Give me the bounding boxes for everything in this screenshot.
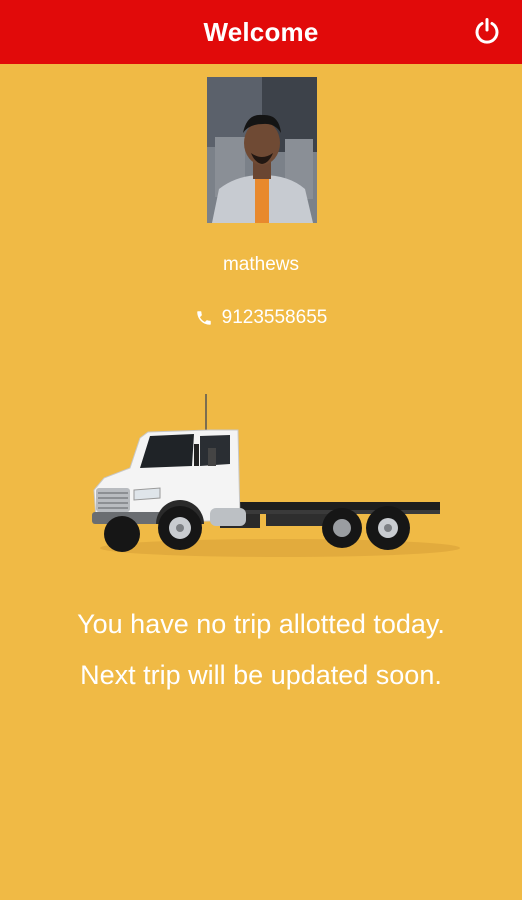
next-trip-message: Next trip will be updated soon. [80,660,442,690]
no-trip-message: You have no trip allotted today. [77,609,445,639]
phone-number: 9123558655 [221,307,328,328]
phone-row: 9123558655 [0,307,522,329]
truck-illustration [70,392,460,562]
app-bar: Welcome [0,0,522,64]
power-icon [475,18,499,44]
truck-icon [92,394,460,557]
page-title: Welcome [203,16,319,47]
power-button[interactable] [472,16,502,46]
avatar [207,77,317,223]
phone-icon [195,309,213,327]
driver-name: mathews [222,254,300,275]
